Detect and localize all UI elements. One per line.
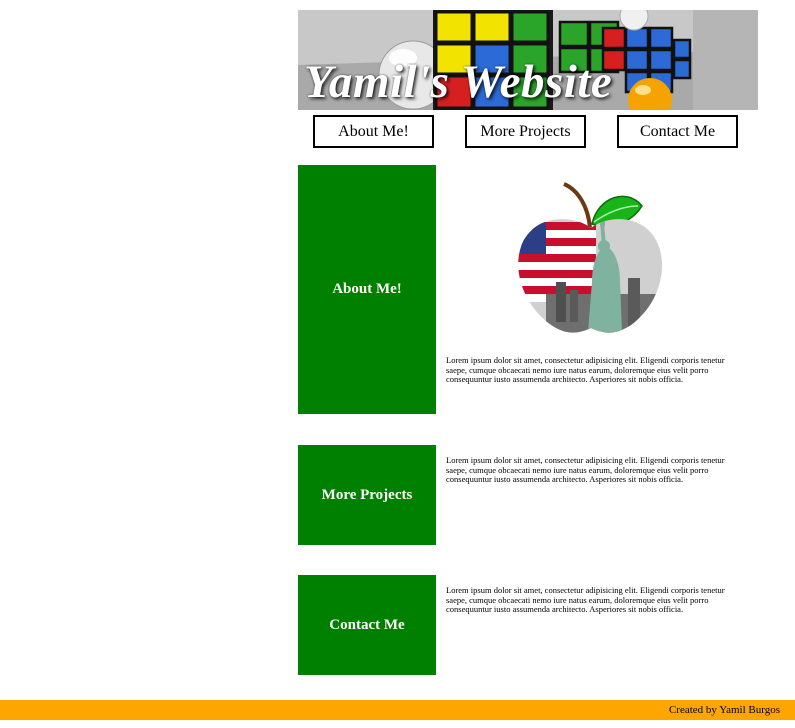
about-tile-label: About Me! <box>332 281 402 297</box>
contact-text: Lorem ipsum dolor sit amet, consectetur … <box>446 585 725 615</box>
big-apple-liberty-image <box>518 182 663 333</box>
nav-contact-button[interactable]: Contact Me <box>617 115 738 148</box>
footer: Created by Yamil Burgos <box>0 700 795 720</box>
site-title: Yamil's Website <box>304 56 613 108</box>
projects-tile-label: More Projects <box>321 486 413 503</box>
contact-tile[interactable]: Contact Me <box>298 575 436 675</box>
projects-text: Lorem ipsum dolor sit amet, consectetur … <box>446 455 725 485</box>
about-text: Lorem ipsum dolor sit amet, consectetur … <box>446 355 725 385</box>
projects-tile[interactable]: More Projects <box>298 445 436 545</box>
contact-tile-label: Contact Me <box>329 616 405 633</box>
page: Yamil's Website About Me! More Projects … <box>0 0 795 728</box>
header-banner: Yamil's Website <box>298 10 758 110</box>
footer-credit: Created by Yamil Burgos <box>668 704 780 716</box>
nav-projects-button[interactable]: More Projects <box>465 115 586 148</box>
about-tile[interactable]: About Me! <box>298 165 436 414</box>
nav-about-button[interactable]: About Me! <box>313 115 434 148</box>
